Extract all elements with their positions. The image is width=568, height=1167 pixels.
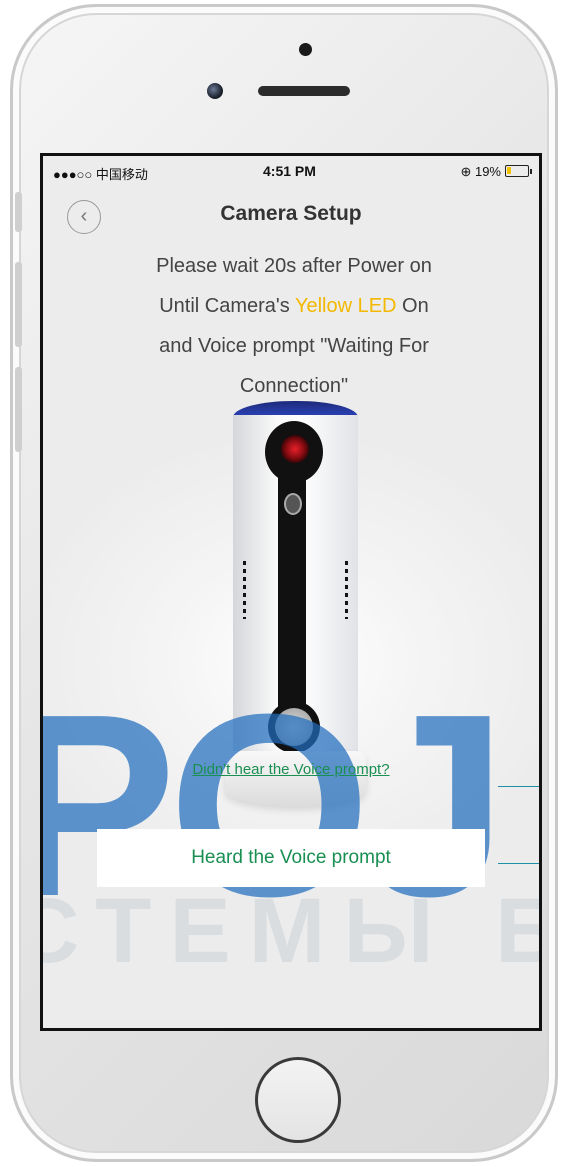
battery-level [507, 167, 511, 174]
battery-percent: ⊕ 19% [460, 164, 501, 179]
home-button[interactable] [255, 1057, 341, 1143]
instruction-line-2: Until Camera's Yellow LED On [83, 286, 505, 326]
instruction-line-1: Please wait 20s after Power on [156, 255, 432, 277]
volume-up-button [15, 262, 22, 347]
instruction-line-4: Connection" [239, 375, 349, 397]
camera-front-strip [278, 441, 306, 741]
app-screen: ●●●○○ 中国移动 4:51 PM ⊕ 19% ‹ Camera Setup … [40, 153, 542, 1031]
carrier-signal: ●●●○○ 中国移动 [53, 167, 148, 182]
instruction-line-3: and Voice prompt "Waiting For [159, 335, 429, 357]
instruction-line-2-suffix: On [396, 295, 429, 317]
battery-percent-value: 19% [474, 164, 501, 179]
status-time: 4:51 PM [263, 163, 316, 179]
camera-light-sensor [284, 493, 302, 515]
watermark-small-text: СТЕМЫ БЕ [40, 880, 539, 982]
camera-vent-left [243, 561, 246, 619]
callout-line-1 [498, 786, 539, 787]
camera-lens [281, 435, 309, 463]
front-camera [207, 83, 223, 99]
volume-down-button [15, 367, 22, 452]
didnt-hear-voice-prompt-link[interactable]: Didn't hear the Voice prompt? [43, 761, 539, 778]
heard-voice-prompt-button[interactable]: Heard the Voice prompt [97, 829, 485, 887]
camera-vent-right [345, 561, 348, 619]
proximity-sensor [299, 43, 312, 56]
status-bar: ●●●○○ 中国移动 4:51 PM ⊕ 19% [43, 156, 539, 186]
page-title: Camera Setup [220, 202, 362, 225]
yellow-led-highlight: Yellow LED [294, 295, 397, 317]
camera-pir-lens [275, 708, 313, 746]
callout-line-2 [498, 863, 539, 864]
camera-base [225, 751, 366, 806]
mute-switch [15, 192, 22, 232]
battery-icon [505, 165, 532, 177]
setup-instructions: Please wait 20s after Power on Until Cam… [83, 246, 505, 406]
camera-device-image [225, 401, 366, 806]
instruction-line-2-prefix: Until Camera's [159, 295, 295, 317]
earpiece-speaker [258, 86, 350, 96]
